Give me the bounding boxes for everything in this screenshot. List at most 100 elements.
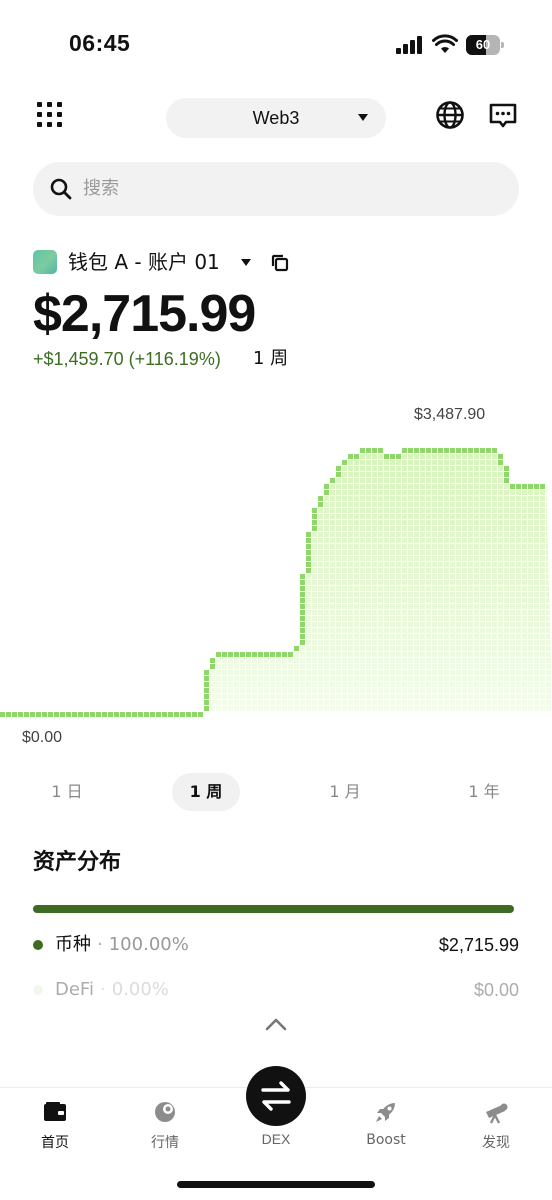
chart-point — [90, 712, 95, 717]
legend-dot — [33, 985, 43, 995]
chart-point — [360, 448, 365, 453]
account-name[interactable]: 钱包 A - 账户 01 — [68, 248, 220, 276]
dex-button[interactable] — [246, 1066, 306, 1126]
chart-point — [72, 712, 77, 717]
chart-point — [246, 652, 251, 657]
chart-point — [66, 712, 71, 717]
distribution-value: $0.00 — [473, 980, 519, 1000]
chart-point — [288, 652, 293, 657]
chevron-up-icon[interactable] — [264, 1016, 288, 1032]
chart-point — [204, 694, 209, 699]
chart-point — [300, 610, 305, 615]
chart-point — [228, 652, 233, 657]
nav-boost[interactable]: Boost — [341, 1088, 431, 1158]
distribution-row-tokens[interactable]: 币种 · 100.00% $2,715.99 — [33, 930, 519, 960]
chart-point — [444, 448, 449, 453]
period-tab-1d[interactable]: 1 日 — [33, 773, 101, 811]
chart-point — [0, 712, 5, 717]
nav-home[interactable]: 首页 — [10, 1088, 100, 1158]
chart-point — [312, 514, 317, 519]
caret-down-icon[interactable] — [241, 259, 251, 266]
balance-chart[interactable] — [0, 400, 552, 760]
caret-down-icon — [358, 114, 368, 121]
chart-point — [210, 664, 215, 669]
chart-point — [516, 484, 521, 489]
chart-point — [306, 562, 311, 567]
chart-point — [522, 484, 527, 489]
chart-point — [36, 712, 41, 717]
chart-point — [348, 454, 353, 459]
nav-market[interactable]: 行情 — [120, 1088, 210, 1158]
distribution-pct: 0.00% — [111, 979, 169, 1000]
chart-point — [300, 616, 305, 621]
chart-point — [312, 520, 317, 525]
chart-point — [120, 712, 125, 717]
status-bar: 06:45 60 — [0, 0, 552, 90]
distribution-row-defi[interactable]: DeFi · 0.00% $0.00 — [33, 975, 519, 1005]
chart-point — [156, 712, 161, 717]
network-label: Web3 — [252, 108, 300, 128]
chart-point — [210, 658, 215, 663]
chart-point — [204, 682, 209, 687]
chart-point — [414, 448, 419, 453]
chart-point — [318, 496, 323, 501]
chart-point — [528, 484, 533, 489]
chart-point — [252, 652, 257, 657]
globe-icon[interactable] — [435, 100, 465, 130]
network-selector[interactable]: Web3 — [166, 98, 386, 138]
chart-point — [324, 490, 329, 495]
chart-point — [306, 550, 311, 555]
chart-point — [126, 712, 131, 717]
wallet-avatar[interactable] — [33, 250, 57, 274]
search-icon — [50, 178, 72, 200]
chart-point — [390, 454, 395, 459]
distribution-bar — [33, 905, 514, 913]
chart-point — [324, 484, 329, 489]
chart-point — [366, 448, 371, 453]
distribution-name: 币种 · 100.00% — [55, 934, 189, 955]
chart-point — [492, 448, 497, 453]
battery-icon: 60 — [466, 35, 504, 55]
chart-point — [78, 712, 83, 717]
chart-point — [108, 712, 113, 717]
apps-grid-icon[interactable] — [36, 101, 64, 129]
chart-point — [192, 712, 197, 717]
copy-icon[interactable] — [270, 253, 290, 273]
period-tab-1y[interactable]: 1 年 — [450, 773, 518, 811]
chart-point — [180, 712, 185, 717]
search-input[interactable]: 搜索 — [33, 162, 519, 216]
chart-point — [354, 454, 359, 459]
chart-point — [498, 460, 503, 465]
chart-point — [300, 628, 305, 633]
chart-point — [474, 448, 479, 453]
chart-point — [282, 652, 287, 657]
message-icon[interactable] — [488, 102, 518, 130]
chart-point — [330, 478, 335, 483]
chart-point — [258, 652, 263, 657]
chart-point — [270, 652, 275, 657]
chart-point — [18, 712, 23, 717]
chart-area — [0, 448, 552, 712]
chart-point — [300, 634, 305, 639]
swap-icon — [261, 1081, 291, 1111]
period-tab-1m[interactable]: 1 月 — [311, 773, 379, 811]
cellular-signal-icon — [396, 36, 422, 54]
telescope-icon — [486, 1103, 508, 1124]
status-time: 06:45 — [69, 30, 131, 56]
chart-point — [336, 466, 341, 471]
chart-point — [138, 712, 143, 717]
period-tab-1w[interactable]: 1 周 — [172, 773, 240, 811]
chart-point — [300, 592, 305, 597]
chart-point — [186, 712, 191, 717]
wifi-icon — [432, 34, 458, 53]
chart-point — [420, 448, 425, 453]
nav-discover[interactable]: 发现 — [451, 1088, 541, 1158]
chart-point — [84, 712, 89, 717]
chart-point — [96, 712, 101, 717]
chart-point — [426, 448, 431, 453]
chart-point — [150, 712, 155, 717]
chart-point — [504, 472, 509, 477]
chart-point — [300, 622, 305, 627]
chart-point — [204, 700, 209, 705]
section-title: 资产分布 — [33, 850, 122, 875]
